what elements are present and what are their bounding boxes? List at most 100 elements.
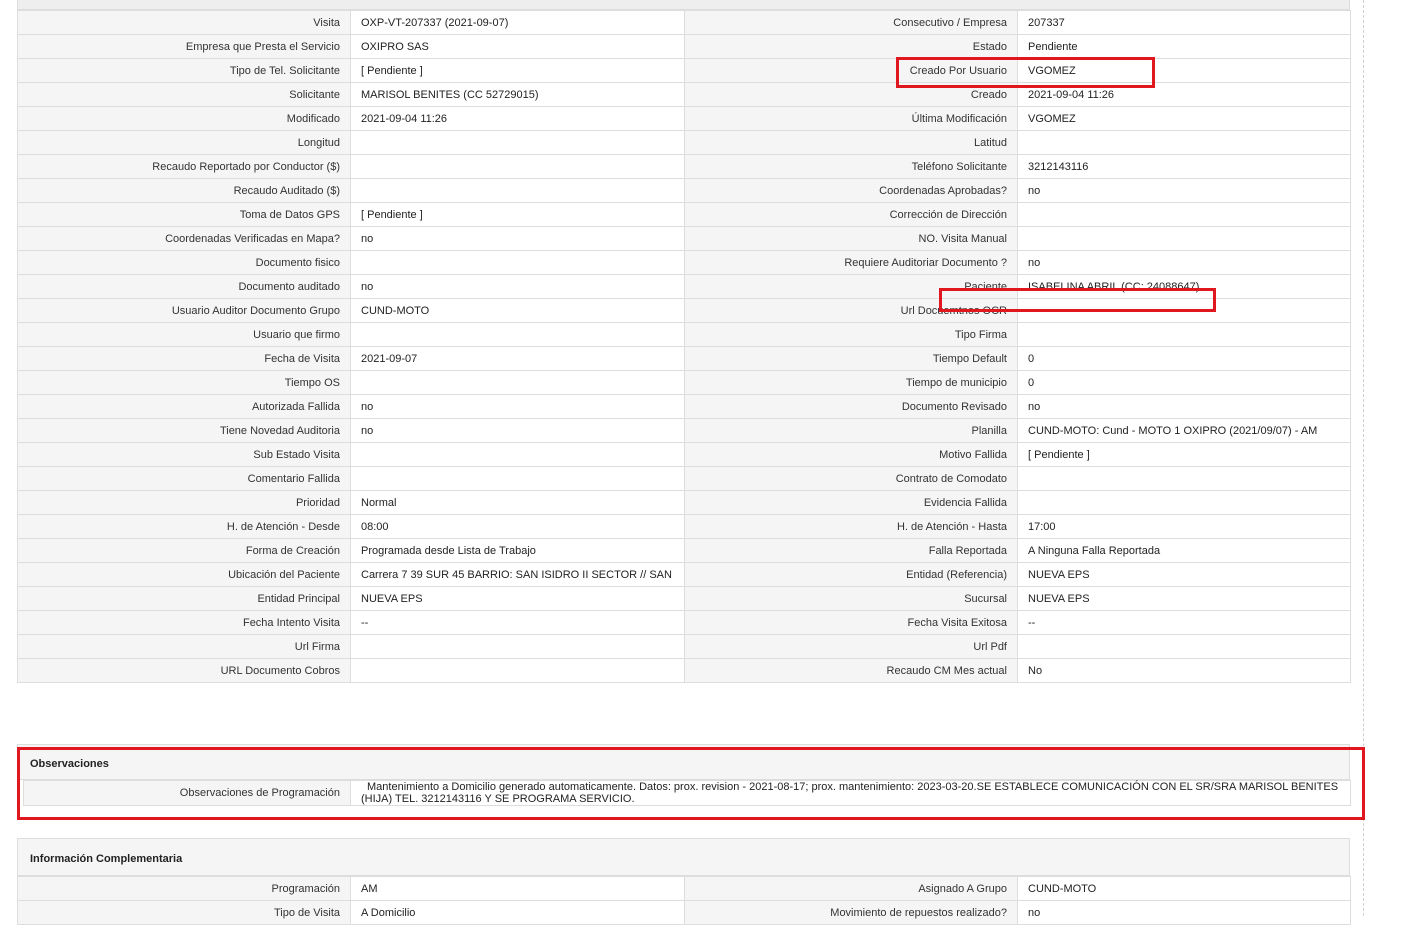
field-value (1017, 130, 1351, 155)
field-value: Normal (350, 490, 685, 515)
field-value: Programada desde Lista de Trabajo (350, 538, 685, 563)
table-row: Fecha de Visita 2021-09-07 Tiempo Default… (17, 346, 1351, 371)
field-label: H. de Atención - Hasta (684, 514, 1018, 539)
field-label: Prioridad (17, 490, 351, 515)
field-label: Asignado A Grupo (684, 876, 1018, 901)
observaciones-title: Observaciones (17, 744, 1350, 780)
field-label: Tiempo Default (684, 346, 1018, 371)
field-value: ISABELINA ABRIL (CC: 24088647) (1017, 274, 1351, 299)
field-label: Sucursal (684, 586, 1018, 611)
field-label: Estado (684, 34, 1018, 59)
table-row: Recaudo Auditado ($) Coordenadas Aprobada… (17, 178, 1351, 203)
table-row: Comentario Fallida Contrato de Comodato (17, 466, 1351, 491)
observaciones-value: Mantenimiento a Domicilio generado autom… (350, 780, 1351, 806)
field-value: 2021-09-04 11:26 (1017, 82, 1351, 107)
field-value (350, 370, 685, 395)
table-row: Recaudo Reportado por Conductor ($) Teléf… (17, 154, 1351, 179)
info-complementaria-title: Información Complementaria (17, 838, 1350, 876)
field-value (350, 442, 685, 467)
field-label: Entidad Principal (17, 586, 351, 611)
table-row: Fecha Intento Visita -- Fecha Visita Exito… (17, 610, 1351, 635)
field-value (350, 466, 685, 491)
field-value: 2021-09-07 (350, 346, 685, 371)
field-label: Creado (684, 82, 1018, 107)
table-row: Tiempo OS Tiempo de municipio 0 (17, 370, 1351, 395)
field-label: Ubicación del Paciente (17, 562, 351, 587)
table-row: Entidad Principal NUEVA EPS Sucursal NUEVA … (17, 586, 1351, 611)
field-label: Fecha Intento Visita (17, 610, 351, 635)
field-label: Latitud (684, 130, 1018, 155)
field-value (1017, 490, 1351, 515)
table-row: Autorizada Fallida no Documento Revisado … (17, 394, 1351, 419)
field-label: Entidad (Referencia) (684, 562, 1018, 587)
field-value: no (1017, 900, 1351, 925)
field-label: Observaciones de Programación (23, 780, 351, 806)
table-row: URL Documento Cobros Recaudo CM Mes actua… (17, 658, 1351, 683)
field-label: Consecutivo / Empresa (684, 10, 1018, 35)
table-row: Documento auditado no Paciente ISABELINA A… (17, 274, 1351, 299)
field-value (350, 250, 685, 275)
table-row: Ubicación del Paciente Carrera 7 39 SUR 4… (17, 562, 1351, 587)
field-value: [ Pendiente ] (350, 58, 685, 83)
table-row: Documento fisico Requiere Auditoriar Docu… (17, 250, 1351, 275)
field-label: Tipo de Visita (17, 900, 351, 925)
field-label: Documento fisico (17, 250, 351, 275)
table-row: Usuario Auditor Documento Grupo CUND-MOTO… (17, 298, 1351, 323)
scroll-area-divider (1363, 0, 1364, 916)
field-value: [ Pendiente ] (350, 202, 685, 227)
info-complementaria-table: Programación AM Asignado A Grupo CUND-MOTO T… (17, 876, 1351, 925)
table-row: Url Firma Url Pdf (17, 634, 1351, 659)
field-value (1017, 298, 1351, 323)
field-label: Fecha Visita Exitosa (684, 610, 1018, 635)
field-label: Toma de Datos GPS (17, 202, 351, 227)
observaciones-section: Observaciones (17, 744, 1350, 780)
table-row: Programación AM Asignado A Grupo CUND-MOTO (17, 876, 1351, 901)
field-value (350, 130, 685, 155)
field-label: Teléfono Solicitante (684, 154, 1018, 179)
field-label: Modificado (17, 106, 351, 131)
table-row: Modificado 2021-09-04 11:26 Última Modific… (17, 106, 1351, 131)
table-row: H. de Atención - Desde 08:00 H. de Atenció… (17, 514, 1351, 539)
field-value: AM (350, 876, 685, 901)
field-value: no (350, 418, 685, 443)
field-label: Tiempo de municipio (684, 370, 1018, 395)
field-value: 0 (1017, 346, 1351, 371)
field-label: Requiere Auditoriar Documento ? (684, 250, 1018, 275)
field-label: Movimiento de repuestos realizado? (684, 900, 1018, 925)
field-label: Documento auditado (17, 274, 351, 299)
field-label: Url Firma (17, 634, 351, 659)
field-value: A Ninguna Falla Reportada (1017, 538, 1351, 563)
table-row: Solicitante MARISOL BENITES (CC 52729015)… (17, 82, 1351, 107)
field-value (1017, 202, 1351, 227)
field-label: Recaudo Auditado ($) (17, 178, 351, 203)
field-value: no (1017, 394, 1351, 419)
field-value: -- (350, 610, 685, 635)
field-label: Corrección de Dirección (684, 202, 1018, 227)
field-label: Creado Por Usuario (684, 58, 1018, 83)
field-value: Carrera 7 39 SUR 45 BARRIO: SAN ISIDRO I… (350, 562, 685, 587)
field-value: NUEVA EPS (1017, 562, 1351, 587)
field-label: Autorizada Fallida (17, 394, 351, 419)
field-value: NUEVA EPS (1017, 586, 1351, 611)
field-value (350, 634, 685, 659)
field-label: Falla Reportada (684, 538, 1018, 563)
field-value: OXIPRO SAS (350, 34, 685, 59)
field-label: Recaudo CM Mes actual (684, 658, 1018, 683)
field-value (1017, 634, 1351, 659)
field-label: Tiene Novedad Auditoria (17, 418, 351, 443)
field-value: 08:00 (350, 514, 685, 539)
observaciones-table: Observaciones de Programación Mantenimie… (23, 780, 1351, 806)
field-value: VGOMEZ (1017, 58, 1351, 83)
table-row: Tiene Novedad Auditoria no Planilla CUND-M… (17, 418, 1351, 443)
table-row: Tipo de Tel. Solicitante[ Pendiente ] Cre… (17, 58, 1351, 83)
table-row: Sub Estado Visita Motivo Fallida[ Pendien… (17, 442, 1351, 467)
field-value: -- (1017, 610, 1351, 635)
field-label: Comentario Fallida (17, 466, 351, 491)
table-row: Tipo de Visita A Domicilio Movimiento de r… (17, 900, 1351, 925)
field-label: Planilla (684, 418, 1018, 443)
field-value: no (350, 274, 685, 299)
table-row: Coordenadas Verificadas en Mapa? no NO. V… (17, 226, 1351, 251)
table-row: Visita OXP-VT-207337 (2021-09-07) Consecut… (17, 10, 1351, 35)
field-label: Url Pdf (684, 634, 1018, 659)
field-label: Solicitante (17, 82, 351, 107)
